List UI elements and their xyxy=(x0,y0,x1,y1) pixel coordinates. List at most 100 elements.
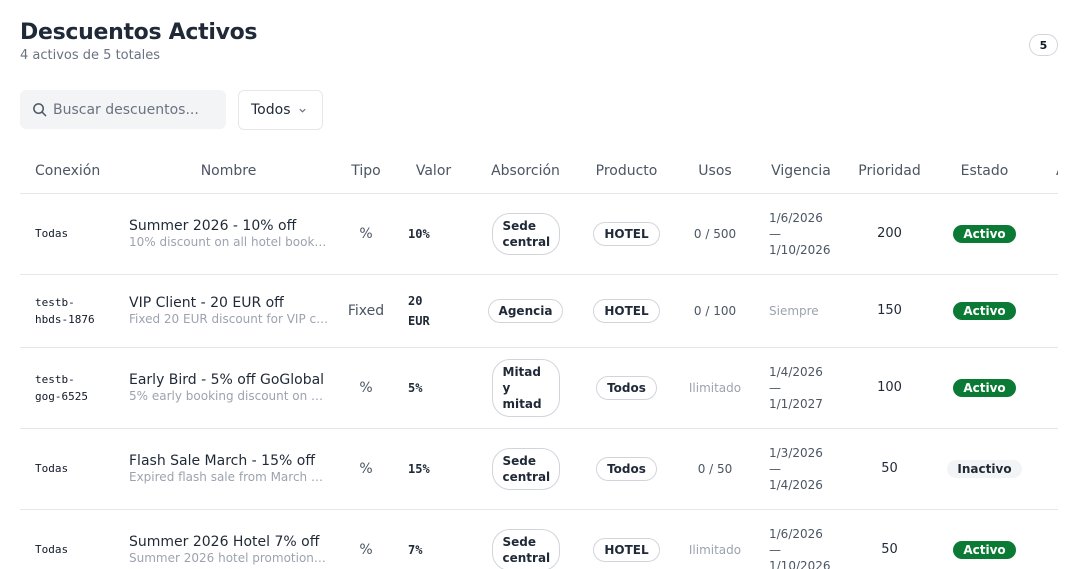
name-cell: Flash Sale March - 15% off Expired flash… xyxy=(115,428,342,510)
discount-description: 10% discount on all hotel bookings … xyxy=(129,235,329,249)
table-row[interactable]: testb- gog-6525 Early Bird - 5% off GoGl… xyxy=(20,347,1058,429)
validity-cell: 1/6/2026 — 1/10/2026 xyxy=(751,509,851,569)
column-header-vigencia[interactable]: Vigencia xyxy=(751,150,851,194)
status-cell: Activo xyxy=(928,274,1041,348)
product-badge: HOTEL xyxy=(593,537,660,562)
product-cell: Todos xyxy=(574,428,679,510)
uses-cell: 0 / 50 xyxy=(679,428,751,510)
status-badge: Activo xyxy=(953,301,1016,320)
search-icon xyxy=(33,103,47,117)
connection-cell: testb- hbds-1876 xyxy=(20,274,115,348)
search-input[interactable] xyxy=(53,101,213,118)
status-badge: Activo xyxy=(953,540,1016,559)
type-cell: % xyxy=(342,193,390,275)
status-badge: Activo xyxy=(953,224,1016,243)
product-cell: HOTEL xyxy=(574,193,679,275)
discount-name: Summer 2026 Hotel 7% off xyxy=(129,534,320,550)
product-badge: Todos xyxy=(596,375,657,400)
name-cell: Summer 2026 - 10% off 10% discount on al… xyxy=(115,193,342,275)
validity-cell: Siempre xyxy=(751,274,851,348)
absorption-cell: Sede central xyxy=(477,193,574,275)
validity-cell: 1/3/2026 — 1/4/2026 xyxy=(751,428,851,510)
column-header-usos[interactable]: Usos xyxy=(679,150,751,194)
uses-cell: 0 / 100 xyxy=(679,274,751,348)
table-row[interactable]: Todas Summer 2026 Hotel 7% off Summer 20… xyxy=(20,509,1058,569)
absorption-badge: Sede central xyxy=(491,212,560,255)
filter-select[interactable]: Todos xyxy=(238,90,323,130)
uses-cell: Ilimitado xyxy=(679,347,751,429)
column-header-nombre[interactable]: Nombre xyxy=(115,150,342,194)
priority-cell: 100 xyxy=(851,347,928,429)
product-badge: HOTEL xyxy=(593,298,660,323)
column-header-absorcion[interactable]: Absorción xyxy=(477,150,574,194)
discount-name: Early Bird - 5% off GoGlobal xyxy=(129,372,325,388)
column-header-prioridad[interactable]: Prioridad xyxy=(851,150,928,194)
absorption-cell: Sede central xyxy=(477,428,574,510)
product-badge: Todos xyxy=(596,456,657,481)
absorption-cell: Agencia xyxy=(477,274,574,348)
discount-name: VIP Client - 20 EUR off xyxy=(129,295,284,311)
absorption-badge: Sede central xyxy=(491,528,560,569)
table-header-row: Conexión Nombre Tipo Valor Absorción Pro… xyxy=(20,150,1058,194)
uses-cell: Ilimitado xyxy=(679,509,751,569)
column-header-acciones[interactable]: Acciones xyxy=(1041,150,1058,194)
connection-cell: Todas xyxy=(20,509,115,569)
value-cell: 7% xyxy=(390,509,477,569)
name-cell: Summer 2026 Hotel 7% off Summer 2026 hot… xyxy=(115,509,342,569)
value-cell: 5% xyxy=(390,347,477,429)
actions-cell xyxy=(1041,509,1058,569)
type-cell: % xyxy=(342,509,390,569)
chevron-down-icon xyxy=(299,108,307,113)
priority-cell: 200 xyxy=(851,193,928,275)
type-cell: % xyxy=(342,347,390,429)
status-cell: Activo xyxy=(928,193,1041,275)
connection-cell: Todas xyxy=(20,193,115,275)
value-cell: 20 EUR xyxy=(390,274,477,348)
type-cell: % xyxy=(342,428,390,510)
product-cell: Todos xyxy=(574,347,679,429)
table-row[interactable]: testb- hbds-1876 VIP Client - 20 EUR off… xyxy=(20,274,1058,348)
priority-cell: 50 xyxy=(851,509,928,569)
uses-cell: 0 / 500 xyxy=(679,193,751,275)
product-badge: HOTEL xyxy=(593,221,660,246)
value-cell: 15% xyxy=(390,428,477,510)
table-row[interactable]: Todas Summer 2026 - 10% off 10% discount… xyxy=(20,193,1058,275)
discount-description: Fixed 20 EUR discount for VIP clien… xyxy=(129,312,329,326)
discount-description: Expired flash sale from March 2026. xyxy=(129,470,329,484)
discount-description: Summer 2026 hotel promotion, org… xyxy=(129,551,329,565)
status-badge: Activo xyxy=(953,378,1016,397)
column-header-estado[interactable]: Estado xyxy=(928,150,1041,194)
absorption-cell: Sede central xyxy=(477,509,574,569)
column-header-conexion[interactable]: Conexión xyxy=(20,150,115,194)
absorption-badge: Mitad y mitad xyxy=(491,358,560,417)
actions-cell xyxy=(1041,274,1058,348)
search-box[interactable] xyxy=(20,90,226,129)
priority-cell: 150 xyxy=(851,274,928,348)
column-header-tipo[interactable]: Tipo xyxy=(342,150,390,194)
validity-cell: 1/6/2026 — 1/10/2026 xyxy=(751,193,851,275)
name-cell: Early Bird - 5% off GoGlobal 5% early bo… xyxy=(115,347,342,429)
discount-name: Flash Sale March - 15% off xyxy=(129,453,315,469)
absorption-badge: Sede central xyxy=(491,447,560,490)
actions-cell xyxy=(1041,428,1058,510)
value-cell: 10% xyxy=(390,193,477,275)
status-cell: Activo xyxy=(928,509,1041,569)
table-row[interactable]: Todas Flash Sale March - 15% off Expired… xyxy=(20,428,1058,510)
connection-cell: testb- gog-6525 xyxy=(20,347,115,429)
name-cell: VIP Client - 20 EUR off Fixed 20 EUR dis… xyxy=(115,274,342,348)
status-badge: Inactivo xyxy=(947,459,1022,478)
page-subtitle: 4 activos de 5 totales xyxy=(20,48,161,63)
type-cell: Fixed xyxy=(342,274,390,348)
product-cell: HOTEL xyxy=(574,274,679,348)
column-header-producto[interactable]: Producto xyxy=(574,150,679,194)
status-cell: Inactivo xyxy=(928,428,1041,510)
priority-cell: 50 xyxy=(851,428,928,510)
product-cell: HOTEL xyxy=(574,509,679,569)
actions-cell xyxy=(1041,193,1058,275)
validity-cell: 1/4/2026 — 1/1/2027 xyxy=(751,347,851,429)
column-header-valor[interactable]: Valor xyxy=(390,150,477,194)
discounts-table: Conexión Nombre Tipo Valor Absorción Pro… xyxy=(20,150,1058,569)
absorption-badge: Agencia xyxy=(487,298,564,323)
discount-name: Summer 2026 - 10% off xyxy=(129,218,297,234)
status-cell: Activo xyxy=(928,347,1041,429)
